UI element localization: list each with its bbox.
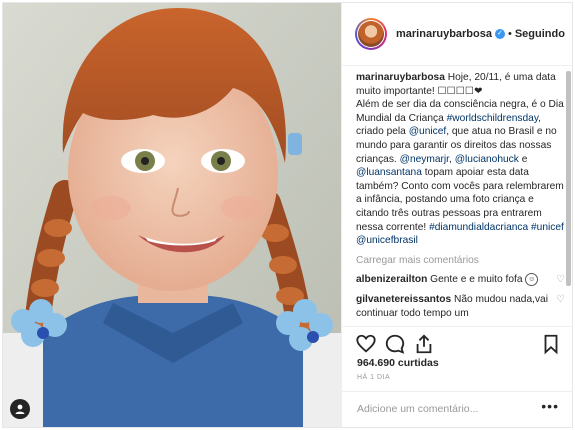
caption: marinaruybarbosa Hoje, 20/11, é uma data… <box>356 71 566 248</box>
hashtag-link[interactable]: #diamundialdacrianca <box>429 222 528 233</box>
heart-icon[interactable] <box>355 333 377 355</box>
avatar[interactable] <box>355 18 387 50</box>
action-bar <box>342 326 573 361</box>
hashtag-link[interactable]: #unicef <box>531 222 564 233</box>
post-photo[interactable] <box>3 3 341 427</box>
mention-link[interactable]: @neymarjr <box>400 154 449 165</box>
mention-link[interactable]: @unicef <box>409 126 447 137</box>
following-button[interactable]: Seguindo <box>515 28 565 40</box>
comments-area: marinaruybarbosa Hoje, 20/11, é uma data… <box>356 71 566 329</box>
bookmark-icon[interactable] <box>540 333 562 355</box>
caption-username[interactable]: marinaruybarbosa <box>356 72 445 83</box>
header-username[interactable]: marinaruybarbosa <box>396 28 492 40</box>
mention-link[interactable]: @unicefbrasil <box>356 235 418 246</box>
post-time[interactable]: HÁ 1 DIA <box>357 374 390 381</box>
separator-dot: • <box>507 28 512 40</box>
instagram-post: marinaruybarbosa ✓ • Seguindo marinaruyb… <box>2 2 573 428</box>
caption-text: e <box>521 153 528 165</box>
scrollbar-thumb[interactable] <box>566 71 571 286</box>
user-tag-icon[interactable] <box>10 399 30 419</box>
verified-badge-icon: ✓ <box>494 29 505 39</box>
post-header: marinaruybarbosa ✓ • Seguindo <box>342 3 573 66</box>
post-sidebar: marinaruybarbosa ✓ • Seguindo marinaruyb… <box>341 3 573 427</box>
comment-text: Gente e e muito fofa <box>430 274 523 286</box>
comment-icon[interactable] <box>384 333 406 355</box>
likes-count[interactable]: 964.690 curtidas <box>357 357 439 369</box>
mention-link[interactable]: @lucianohuck <box>455 154 519 165</box>
child-portrait-image <box>3 3 341 427</box>
add-comment-input[interactable]: Adicione um comentário... <box>357 403 478 415</box>
comment-item: gilvanetereissantos Não mudou nada,vai c… <box>356 293 566 320</box>
comment-username[interactable]: albenizerailton <box>356 275 427 286</box>
share-icon[interactable] <box>413 333 435 355</box>
more-options-icon[interactable]: ••• <box>541 398 559 414</box>
comment-like-heart-icon[interactable]: ♡ <box>556 275 566 285</box>
caption-text: , <box>449 153 452 165</box>
smile-emoji-icon: ☺ <box>525 273 539 287</box>
comment-username[interactable]: gilvanetereissantos <box>356 294 451 305</box>
hashtag-link[interactable]: #worldschildrensday <box>447 113 539 124</box>
add-comment-bar: Adicione um comentário... ••• <box>342 391 573 428</box>
comment-item: albenizerailton Gente e e muito fofa ☺ ♡ <box>356 273 566 287</box>
comment-like-heart-icon[interactable]: ♡ <box>556 295 566 305</box>
comments-scrollbar[interactable] <box>566 71 571 321</box>
load-more-comments-button[interactable]: Carregar mais comentários <box>356 254 566 268</box>
mention-link[interactable]: @luansantana <box>356 167 422 178</box>
